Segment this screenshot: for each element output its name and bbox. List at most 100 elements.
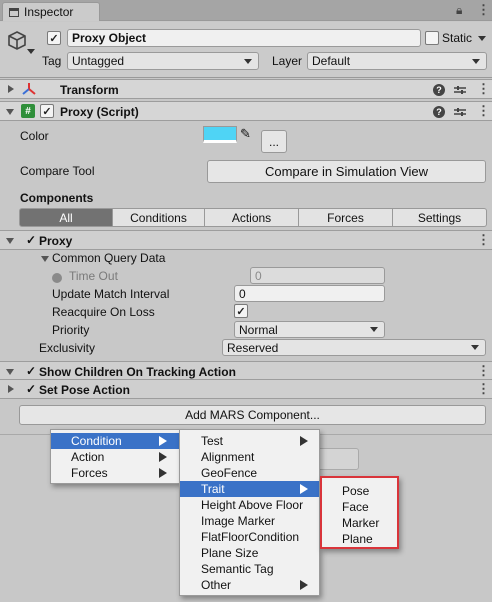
filter-tab-label: Actions [231, 210, 272, 225]
menu-item-alignment[interactable]: Alignment [180, 449, 319, 465]
active-checkbox[interactable]: ✓ [47, 31, 61, 45]
reacquire-on-loss-label: Reacquire On Loss [52, 305, 155, 319]
exclusivity-label: Exclusivity [39, 341, 96, 355]
menu-item-label: GeoFence [201, 466, 258, 480]
menu-item-flat-floor-condition[interactable]: FlatFloorCondition [180, 529, 319, 545]
help-icon[interactable]: ? [433, 84, 445, 96]
show-children-title: Show Children On Tracking Action [39, 365, 236, 379]
time-out-value: 0 [255, 268, 262, 283]
proxy-script-enabled-checkbox[interactable]: ✓ [40, 104, 54, 118]
proxy-section-menu-icon[interactable]: ⋮ [477, 232, 490, 248]
help-icon[interactable]: ? [433, 106, 445, 118]
exclusivity-value: Reserved [227, 340, 279, 355]
static-label: Static [442, 31, 473, 45]
script-icon: # [21, 104, 35, 118]
menu-item-condition[interactable]: Condition [51, 433, 179, 449]
common-query-foldout-arrow[interactable] [41, 256, 49, 262]
chevron-down-icon [244, 58, 252, 64]
presets-icon[interactable] [454, 85, 466, 95]
layer-dropdown[interactable]: Default [307, 52, 487, 70]
proxy-script-menu-icon[interactable]: ⋮ [477, 103, 490, 119]
menu-item-marker[interactable]: Marker [322, 515, 397, 531]
show-children-menu-icon[interactable]: ⋮ [477, 363, 490, 379]
menu-item-label: Other [201, 578, 232, 592]
menu-item-test[interactable]: Test [180, 433, 319, 449]
set-pose-title: Set Pose Action [39, 383, 130, 397]
reacquire-on-loss-checkbox[interactable]: ✓ [234, 304, 248, 318]
object-name-field[interactable]: Proxy Object [67, 29, 421, 47]
menu-item-label: Forces [71, 466, 108, 480]
proxy-script-title: Proxy (Script) [60, 105, 139, 119]
menu-item-semantic-tag[interactable]: Semantic Tag [180, 561, 319, 577]
color-swatch[interactable] [203, 126, 237, 143]
transform-menu-icon[interactable]: ⋮ [477, 81, 490, 97]
eyedropper-icon[interactable]: ✎ [240, 126, 251, 142]
proxy-section-header[interactable] [0, 230, 492, 250]
submenu-arrow-icon [300, 580, 308, 590]
menu-item-label: Face [342, 500, 369, 514]
menu-item-plane-size[interactable]: Plane Size [180, 545, 319, 561]
time-out-field[interactable]: 0 [250, 267, 385, 284]
menu-item-label: Semantic Tag [201, 562, 274, 576]
menu-item-plane[interactable]: Plane [322, 531, 397, 547]
proxy-script-foldout-arrow[interactable] [6, 109, 14, 115]
filter-tab-label: Settings [417, 210, 462, 225]
static-dropdown-arrow[interactable] [478, 36, 486, 41]
menu-item-label: Trait [201, 482, 225, 496]
lock-icon[interactable]: 🔒︎ [456, 3, 462, 18]
exclusivity-dropdown[interactable]: Reserved [222, 339, 486, 356]
chevron-down-icon [471, 345, 479, 350]
tag-dropdown[interactable]: Untagged [67, 52, 259, 70]
layer-value: Default [312, 54, 351, 68]
set-pose-foldout-arrow[interactable] [8, 385, 14, 393]
menu-item-face[interactable]: Face [322, 499, 397, 515]
menu-item-label: Pose [342, 484, 370, 498]
menu-item-height-above-floor[interactable]: Height Above Floor [180, 497, 319, 513]
compare-in-simulation-button[interactable]: Compare in Simulation View [207, 160, 486, 183]
tag-label: Tag [42, 54, 62, 68]
menu-item-pose[interactable]: Pose [322, 483, 397, 499]
chevron-down-icon [472, 58, 480, 64]
priority-label: Priority [52, 323, 90, 337]
priority-dropdown[interactable]: Normal [234, 321, 385, 338]
context-menu-level3: Pose Face Marker Plane [320, 476, 399, 549]
menu-item-geofence[interactable]: GeoFence [180, 465, 319, 481]
show-children-foldout-arrow[interactable] [6, 369, 14, 375]
checkmark-icon[interactable]: ✓ [26, 233, 36, 247]
color-label: Color [20, 129, 49, 143]
presets-icon[interactable] [454, 107, 466, 117]
tab-menu-icon[interactable]: ⋮ [477, 2, 490, 18]
checkmark-icon[interactable]: ✓ [26, 382, 36, 396]
proxy-foldout-arrow[interactable] [6, 238, 14, 244]
filter-tab-actions[interactable]: Actions [205, 208, 299, 227]
submenu-arrow-icon [159, 468, 167, 478]
update-match-interval-field[interactable]: 0 [234, 285, 385, 302]
menu-item-image-marker[interactable]: Image Marker [180, 513, 319, 529]
add-component-label: Add MARS Component... [185, 408, 320, 422]
filter-tab-conditions[interactable]: Conditions [113, 208, 205, 227]
menu-item-action[interactable]: Action [51, 449, 179, 465]
inspector-tab[interactable]: Inspector [2, 2, 100, 21]
menu-item-label: Marker [342, 516, 380, 530]
static-checkbox[interactable] [425, 31, 439, 45]
menu-item-label: Image Marker [201, 514, 276, 528]
transform-foldout-arrow[interactable] [8, 85, 14, 93]
proxy-section-title: Proxy [39, 234, 73, 248]
object-name-value: Proxy Object [72, 31, 147, 45]
components-label: Components [20, 191, 94, 205]
checkmark-icon[interactable]: ✓ [26, 364, 36, 378]
transform-title: Transform [60, 83, 119, 97]
set-pose-menu-icon[interactable]: ⋮ [477, 381, 490, 397]
filter-tab-all[interactable]: All [19, 208, 113, 227]
add-mars-component-button[interactable]: Add MARS Component... [19, 405, 486, 425]
menu-item-label: Plane Size [201, 546, 259, 560]
submenu-arrow-icon [159, 436, 167, 446]
menu-item-trait[interactable]: Trait [180, 481, 319, 497]
icon-dropdown-arrow[interactable] [27, 49, 35, 54]
menu-item-label: Action [71, 450, 105, 464]
menu-item-other[interactable]: Other [180, 577, 319, 593]
color-options-button[interactable]: ... [261, 130, 287, 153]
filter-tab-settings[interactable]: Settings [393, 208, 487, 227]
menu-item-forces[interactable]: Forces [51, 465, 179, 481]
filter-tab-forces[interactable]: Forces [299, 208, 393, 227]
